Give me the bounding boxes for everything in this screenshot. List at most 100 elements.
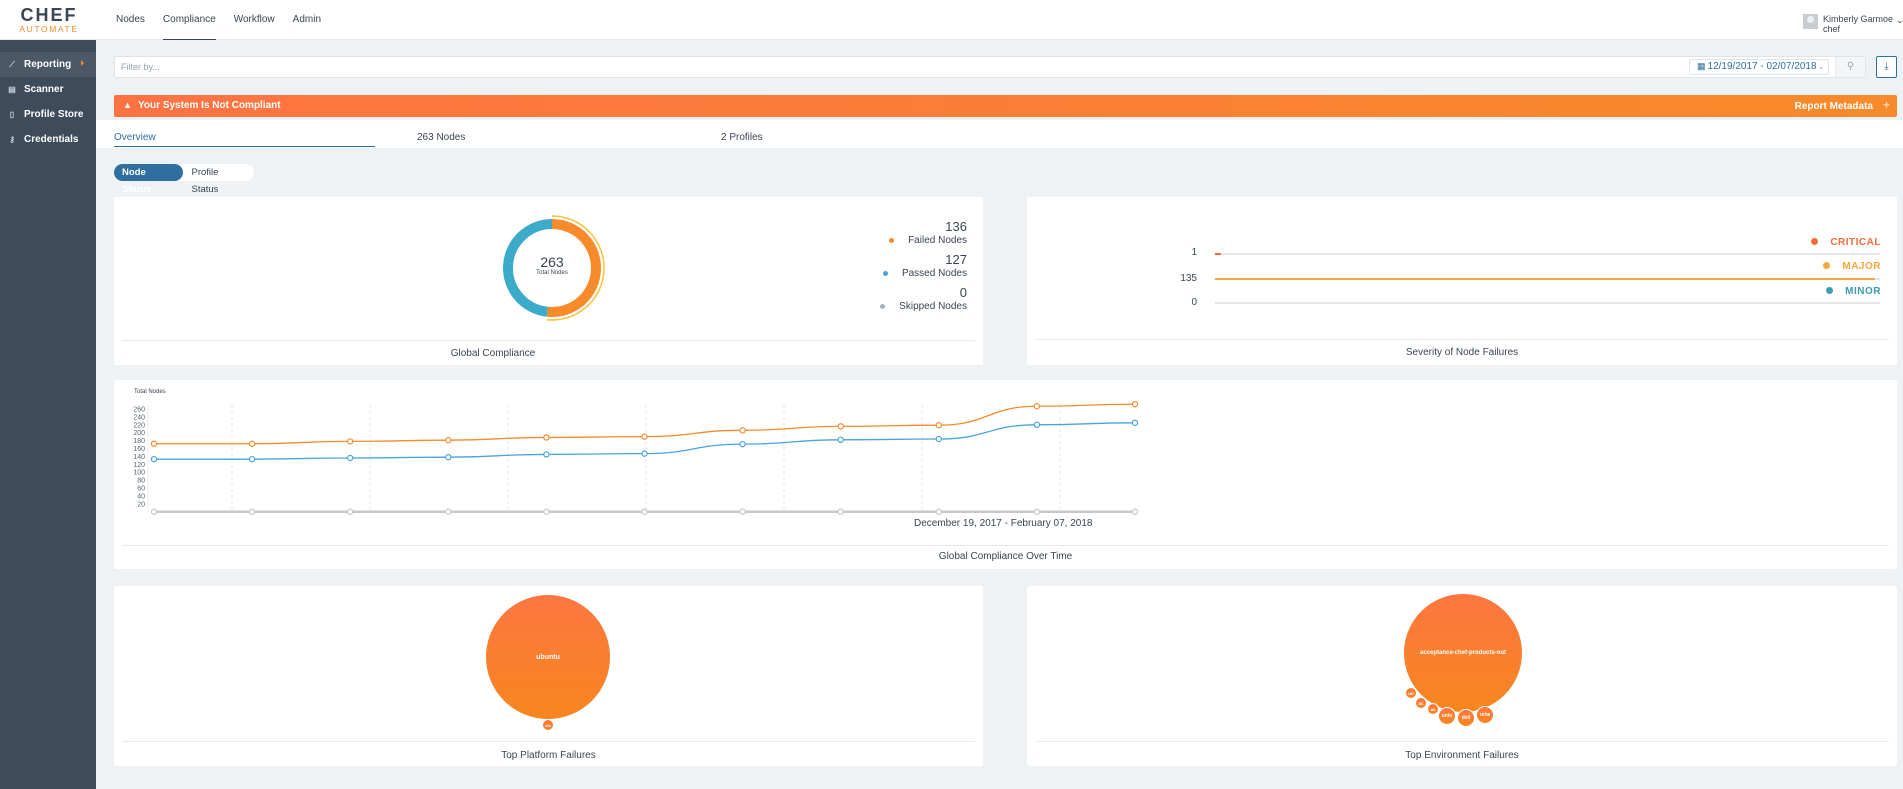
bubble-rehe[interactable]: rehe <box>1476 706 1494 724</box>
document-icon: ▯ <box>9 110 15 119</box>
key-icon: ⚷ <box>9 135 15 144</box>
user-name: Kimberly Garmoe <box>1823 14 1894 24</box>
card-divider <box>1035 741 1889 742</box>
date-range-value: 12/19/2017 - 02/07/2018 <box>1707 61 1817 72</box>
bubble-acceptance-chef-products-out[interactable]: acceptance-chef-products-out <box>1403 593 1523 713</box>
card-divider <box>1035 339 1889 340</box>
critical-bar[interactable] <box>1215 253 1221 255</box>
active-tab-indicator <box>114 146 375 147</box>
major-bar[interactable] <box>1215 278 1876 280</box>
tab-overview[interactable]: Overview <box>114 132 156 143</box>
sidebar-item-label: Profile Store <box>24 109 84 120</box>
y-axis-label: Total Nodes <box>134 389 166 395</box>
logo-chef: CHEF <box>20 5 78 25</box>
sidebar-item-credentials[interactable]: ⚷ Credentials <box>0 127 96 152</box>
severity-title: Severity of Node Failures <box>1405 347 1519 358</box>
environment-failures-card: acceptance-chef-products-out un ac ac un… <box>1027 586 1897 766</box>
critical-bar-track <box>1215 253 1880 255</box>
x-axis-date-range: December 19, 2017 - February 07, 2018 <box>914 518 1093 529</box>
card-divider <box>122 741 975 742</box>
top-nav: Nodes Compliance Workflow Admin <box>116 0 339 40</box>
tab-profiles[interactable]: 2 Profiles <box>721 132 763 143</box>
avatar <box>1803 14 1818 29</box>
global-compliance-card: 263 Total Nodes 136 Failed Nodes 127 Pas… <box>114 197 983 365</box>
chevron-down-icon: ⌄ <box>1818 64 1825 71</box>
critical-key: CRITICAL <box>1811 237 1881 248</box>
platform-failures-card: ubuntu oin Top Platform Failures <box>114 586 983 766</box>
legend-failed: 136 Failed Nodes <box>889 219 967 248</box>
user-org: chef <box>1823 24 1841 34</box>
compliance-over-time-card: Total Nodes December 19, 2017 - February… <box>114 380 1897 569</box>
bubble-ac[interactable]: ac <box>1415 697 1427 709</box>
caret-right-icon <box>81 60 84 66</box>
sidebar-item-profile-store[interactable]: ▯ Profile Store <box>0 102 96 127</box>
download-icon: ⤓ <box>1884 61 1889 72</box>
bubble-unio[interactable]: unio <box>1438 707 1456 725</box>
legend-skipped: 0 Skipped Nodes <box>880 285 967 314</box>
failed-dot-icon <box>889 237 895 243</box>
minor-key: MINOR <box>1826 286 1881 297</box>
tab-nodes[interactable]: 263 Nodes <box>417 132 465 143</box>
major-bar-track <box>1215 278 1880 280</box>
failed-label: Failed Nodes <box>908 235 967 246</box>
major-label: MAJOR <box>1842 261 1881 272</box>
major-key: MAJOR <box>1823 261 1881 272</box>
bubble-oin[interactable]: oin <box>542 719 554 731</box>
major-icon <box>1823 261 1831 269</box>
sidebar-item-scanner[interactable]: ▤ Scanner <box>0 77 96 102</box>
download-button[interactable]: ⤓ <box>1876 56 1897 78</box>
sidebar: ⟋ Reporting ▤ Scanner ▯ Profile Store ⚷ … <box>0 40 96 789</box>
search-button[interactable]: ⚲ <box>1835 57 1865 77</box>
total-nodes-label: Total Nodes <box>536 270 568 276</box>
total-nodes-value: 263 <box>540 254 564 270</box>
skipped-dot-icon <box>880 303 886 309</box>
node-status-toggle[interactable]: Node Status <box>114 164 184 195</box>
calendar-icon: ▦ <box>1697 61 1706 71</box>
nav-workflow[interactable]: Workflow <box>234 0 275 40</box>
logo-automate: AUTOMATE <box>19 24 79 34</box>
card-divider <box>122 340 975 341</box>
platform-failures-title: Top Platform Failures <box>501 750 596 761</box>
environment-failures-title: Top Environment Failures <box>1405 750 1519 761</box>
minor-label: MINOR <box>1845 286 1881 297</box>
bubble-dell[interactable]: dell <box>1457 709 1475 727</box>
bubble-un[interactable]: un <box>1405 687 1417 699</box>
plus-icon[interactable]: + <box>1883 98 1890 112</box>
chart-icon: ⟋ <box>9 59 15 69</box>
sidebar-item-reporting[interactable]: ⟋ Reporting <box>0 52 96 77</box>
minor-icon <box>1826 286 1834 294</box>
failed-count: 136 <box>945 219 967 234</box>
top-header: CHEF AUTOMATE Nodes Compliance Workflow … <box>0 0 1903 40</box>
minor-count: 0 <box>1191 297 1197 308</box>
tabs-band <box>96 120 1903 148</box>
critical-label: CRITICAL <box>1830 237 1881 248</box>
user-menu[interactable]: Kimberly Garmoe chef ⌄ <box>1803 14 1903 38</box>
passed-count: 127 <box>945 252 967 267</box>
skipped-count: 0 <box>959 285 967 300</box>
report-metadata-button[interactable]: Report Metadata <box>1795 101 1873 112</box>
skipped-label: Skipped Nodes <box>899 301 967 312</box>
profile-status-toggle[interactable]: Profile Status <box>183 164 254 195</box>
chevron-down-icon[interactable]: ⌄ <box>1896 15 1903 26</box>
scanner-icon: ▤ <box>8 85 16 94</box>
filter-input[interactable] <box>121 60 1121 74</box>
over-time-title: Global Compliance Over Time <box>938 551 1073 562</box>
nav-compliance[interactable]: Compliance <box>162 0 216 40</box>
global-compliance-title: Global Compliance <box>450 348 536 359</box>
nav-nodes[interactable]: Nodes <box>116 0 145 40</box>
bubble-ubuntu[interactable]: ubuntu <box>485 594 611 720</box>
status-toggle: Node Status Profile Status <box>114 164 254 195</box>
card-divider <box>122 545 1889 546</box>
critical-count: 1 <box>1191 247 1197 258</box>
filter-bar: ▦12/19/2017 - 02/07/2018⌄ ⚲ <box>114 56 1866 78</box>
critical-icon <box>1811 237 1819 245</box>
alert-message: Your System Is Not Compliant <box>138 100 281 111</box>
passed-dot-icon <box>882 270 888 276</box>
search-icon: ⚲ <box>1846 61 1855 72</box>
nav-admin[interactable]: Admin <box>293 0 321 40</box>
compliance-alert-banner: ▲ Your System Is Not Compliant Report Me… <box>114 95 1897 117</box>
sidebar-item-label: Scanner <box>24 84 64 95</box>
date-range-picker[interactable]: ▦ 12/19/2017 - 02/07/2018 ⌄ <box>1689 59 1829 75</box>
sidebar-item-label: Credentials <box>24 134 79 145</box>
chef-automate-logo[interactable]: CHEF AUTOMATE <box>14 6 84 34</box>
